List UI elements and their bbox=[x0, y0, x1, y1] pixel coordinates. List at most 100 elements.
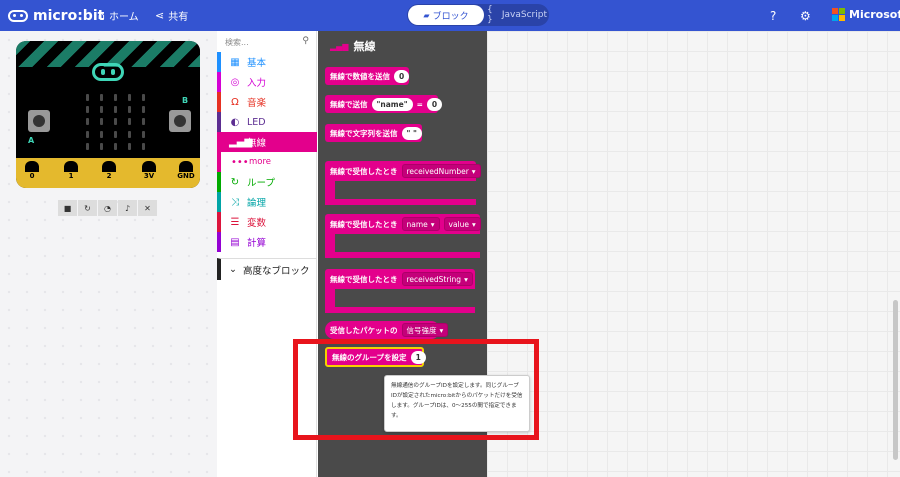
caret-down-icon: ▾ bbox=[430, 219, 435, 229]
category-math[interactable]: ▤ 計算 bbox=[217, 232, 317, 252]
caret-down-icon: ▾ bbox=[439, 325, 444, 335]
caret-down-icon: ▾ bbox=[464, 274, 468, 284]
top-header: micro:bit ⌂ ホーム ⋖ 共有 ▰ ブロック { } JavaScri… bbox=[0, 0, 900, 31]
value-input[interactable]: 0 bbox=[394, 69, 410, 83]
caret-down-icon: ▾ bbox=[471, 166, 476, 176]
category-variables[interactable]: ☰ 変数 bbox=[217, 212, 317, 232]
category-loops[interactable]: ↻ ループ bbox=[217, 172, 317, 192]
category-label: 入力 bbox=[247, 78, 267, 89]
category-input[interactable]: ◎ 入力 bbox=[217, 72, 317, 92]
value-input[interactable]: 0 bbox=[426, 97, 443, 111]
category-radio-more[interactable]: ••• more bbox=[217, 152, 317, 172]
category-label: 変数 bbox=[247, 218, 267, 229]
pin-1[interactable]: 1 bbox=[62, 161, 80, 185]
simulator-panel: A B 0 1 2 3V GND ■ ↻ ◔ ♪ ✕ bbox=[0, 31, 217, 477]
fullscreen-icon[interactable]: ✕ bbox=[138, 200, 157, 216]
home-button[interactable]: ⌂ ホーム bbox=[98, 8, 139, 23]
code-workspace[interactable] bbox=[487, 31, 900, 477]
loop-icon: ↻ bbox=[230, 176, 240, 188]
button-b-label: B bbox=[182, 96, 189, 105]
category-label: more bbox=[249, 157, 272, 167]
category-basic[interactable]: ▦ 基本 bbox=[217, 52, 317, 72]
category-label: LED bbox=[247, 116, 266, 128]
tab-blocks[interactable]: ▰ ブロック bbox=[408, 5, 484, 25]
help-icon[interactable]: ? bbox=[770, 9, 776, 23]
microbit-board: A B 0 1 2 3V GND bbox=[16, 41, 200, 188]
tab-blocks-label: ブロック bbox=[432, 11, 469, 22]
name-input[interactable]: "name" bbox=[371, 97, 413, 111]
highlight-box bbox=[293, 339, 539, 440]
microbit-logo-icon bbox=[8, 9, 28, 22]
grid-icon: ▦ bbox=[230, 56, 240, 68]
advanced-label: 高度なブロック bbox=[242, 265, 310, 277]
category-radio[interactable]: ▂▄▆ 無線 bbox=[217, 132, 317, 152]
param-dropdown[interactable]: 信号強度 ▾ bbox=[401, 323, 449, 337]
category-label: 音楽 bbox=[247, 98, 267, 109]
category-label: 論理 bbox=[247, 198, 267, 209]
block-send-string[interactable]: 無線で文字列を送信 " " bbox=[325, 124, 422, 142]
pin-gnd[interactable]: GND bbox=[175, 161, 197, 185]
smiley-logo[interactable] bbox=[92, 63, 124, 81]
category-label: ループ bbox=[247, 178, 275, 189]
button-a-label: A bbox=[28, 136, 35, 145]
param-dropdown[interactable]: receivedString ▾ bbox=[401, 272, 473, 286]
block-send-value[interactable]: 無線で送信 "name" = 0 bbox=[325, 95, 443, 113]
edge-connector: 0 1 2 3V GND bbox=[16, 158, 200, 188]
microsoft-logo[interactable]: Microsoft bbox=[832, 8, 900, 21]
param-dropdown[interactable]: receivedNumber ▾ bbox=[401, 164, 481, 178]
share-icon: ⋖ bbox=[155, 9, 165, 22]
simulator-controls: ■ ↻ ◔ ♪ ✕ bbox=[58, 200, 158, 216]
string-input[interactable]: " " bbox=[401, 126, 422, 140]
tab-javascript-label: JavaScript bbox=[501, 10, 547, 20]
flyout-title-label: 無線 bbox=[353, 40, 376, 53]
tab-javascript[interactable]: { } JavaScript bbox=[487, 5, 547, 25]
caret-down-icon: ▾ bbox=[472, 219, 476, 229]
share-button[interactable]: ⋖ 共有 bbox=[155, 8, 188, 23]
category-label: 計算 bbox=[247, 238, 267, 249]
puzzle-icon: ▰ bbox=[423, 10, 430, 20]
signal-icon: ▂▄▆ bbox=[330, 41, 349, 51]
gear-icon[interactable]: ⚙ bbox=[800, 9, 811, 23]
category-music[interactable]: Ω 音楽 bbox=[217, 92, 317, 112]
share-label: 共有 bbox=[168, 12, 189, 23]
restart-icon[interactable]: ↻ bbox=[78, 200, 97, 216]
toggle-icon: ◐ bbox=[230, 116, 240, 128]
mute-icon[interactable]: ♪ bbox=[118, 200, 137, 216]
calculator-icon: ▤ bbox=[230, 236, 240, 248]
signal-icon: ▂▄▆ bbox=[229, 136, 253, 148]
param-dropdown[interactable]: name ▾ bbox=[401, 217, 440, 231]
param-dropdown[interactable]: value ▾ bbox=[443, 217, 481, 231]
microsoft-icon bbox=[832, 8, 845, 21]
workspace-scrollbar[interactable] bbox=[893, 300, 898, 460]
microbit-logo[interactable]: micro:bit bbox=[8, 6, 104, 25]
target-icon: ◎ bbox=[230, 76, 240, 88]
headphones-icon: Ω bbox=[231, 96, 239, 108]
pin-2[interactable]: 2 bbox=[100, 161, 118, 185]
category-led[interactable]: ◐ LED bbox=[217, 112, 317, 132]
search-icon[interactable]: ⚲ bbox=[302, 36, 309, 46]
stop-icon[interactable]: ■ bbox=[58, 200, 77, 216]
braces-icon: { } bbox=[487, 5, 493, 25]
pin-0[interactable]: 0 bbox=[23, 161, 41, 185]
logo-text: micro:bit bbox=[33, 7, 105, 24]
shuffle-icon: ⤨ bbox=[231, 196, 239, 208]
led-matrix[interactable] bbox=[80, 91, 150, 153]
chevron-down-icon: ⌄ bbox=[229, 264, 237, 275]
slowmo-icon[interactable]: ◔ bbox=[98, 200, 117, 216]
category-logic[interactable]: ⤨ 論理 bbox=[217, 192, 317, 212]
pin-3v[interactable]: 3V bbox=[138, 161, 160, 185]
flyout-title: ▂▄▆ 無線 bbox=[330, 38, 375, 54]
editor-mode-toggle: ▰ ブロック { } JavaScript bbox=[407, 4, 549, 26]
button-a[interactable] bbox=[28, 110, 50, 132]
category-label: 基本 bbox=[247, 58, 267, 69]
category-label: 無線 bbox=[247, 138, 267, 149]
home-label: ホーム bbox=[108, 12, 139, 23]
advanced-blocks-toggle[interactable]: ⌄ 高度なブロック bbox=[217, 258, 317, 280]
list-icon: ☰ bbox=[230, 216, 240, 228]
button-b[interactable] bbox=[169, 110, 191, 132]
home-icon: ⌂ bbox=[98, 9, 105, 22]
microsoft-label: Microsoft bbox=[849, 8, 900, 21]
block-received-packet[interactable]: 受信したパケットの 信号強度 ▾ bbox=[325, 321, 449, 339]
block-send-number[interactable]: 無線で数値を送信 0 bbox=[325, 67, 410, 85]
dots-icon: ••• bbox=[231, 156, 249, 168]
